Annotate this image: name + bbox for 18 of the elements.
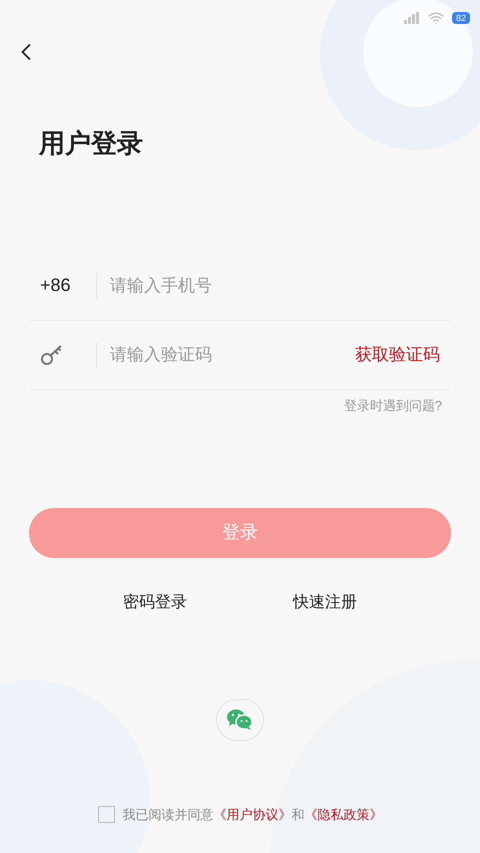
country-code[interactable]: +86 bbox=[40, 272, 96, 299]
battery-level: 82 bbox=[452, 12, 470, 24]
signal-icon bbox=[404, 12, 420, 24]
password-login-link[interactable]: 密码登录 bbox=[123, 590, 187, 614]
phone-input-field[interactable]: 请输入手机号 bbox=[110, 272, 450, 298]
agreement-text: 我已阅读并同意 bbox=[122, 806, 214, 824]
code-input-field[interactable]: 请输入验证码 bbox=[110, 342, 355, 368]
register-link[interactable]: 快速注册 bbox=[293, 590, 357, 614]
key-icon bbox=[40, 344, 64, 366]
wifi-icon bbox=[428, 10, 444, 26]
wechat-login-button[interactable] bbox=[216, 698, 264, 740]
privacy-link[interactable]: 《隐私政策》 bbox=[304, 804, 382, 824]
agreement-checkbox[interactable] bbox=[98, 806, 114, 823]
page-title: 用户登录 bbox=[39, 127, 143, 160]
terms-link[interactable]: 《用户协议》 bbox=[214, 804, 292, 824]
conjunction-text: 和 bbox=[292, 806, 304, 824]
chat-bubbles-icon bbox=[226, 708, 254, 730]
get-code-button[interactable]: 获取验证码 bbox=[355, 342, 440, 368]
